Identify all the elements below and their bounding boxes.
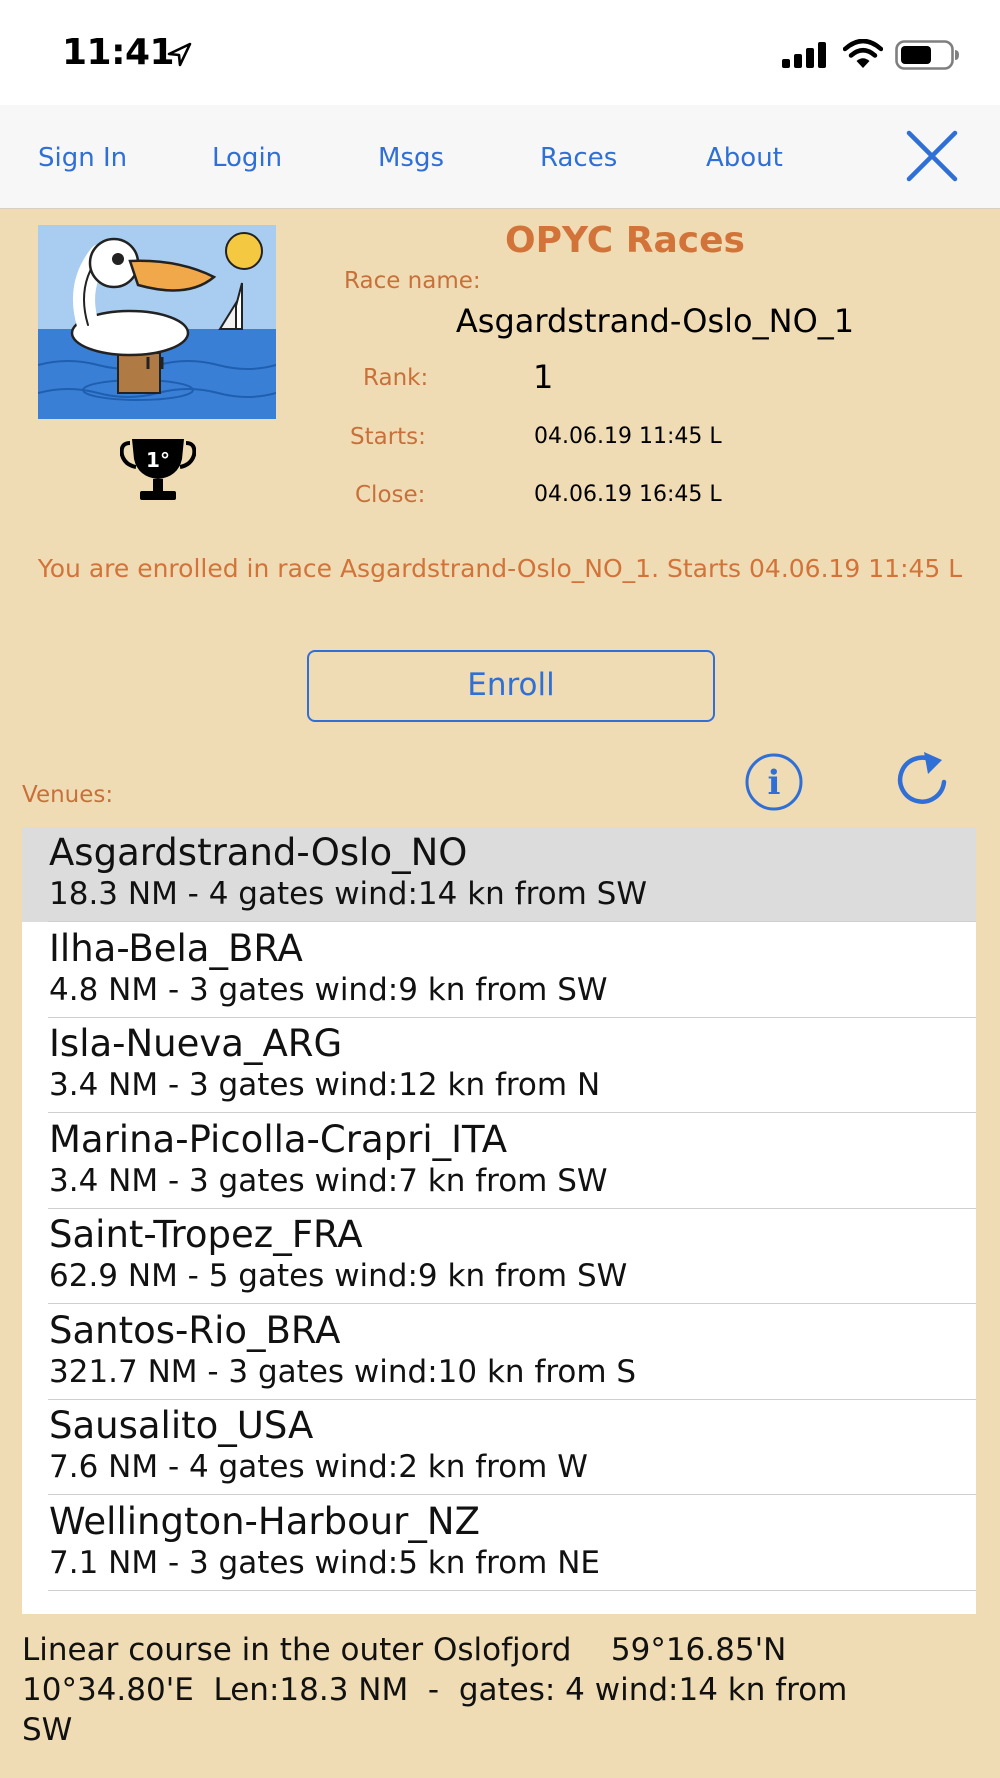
wifi-icon (843, 39, 883, 68)
svg-text:i: i (768, 763, 781, 803)
refresh-icon[interactable] (894, 750, 950, 806)
rank-value: 1 (533, 358, 554, 396)
venue-details: 3.4 NM - 3 gates wind:12 kn from N (49, 1067, 601, 1103)
trophy-rank-text: 1° (146, 448, 170, 472)
venue-details: 7.6 NM - 4 gates wind:2 kn from W (49, 1449, 588, 1485)
enroll-status-message: You are enrolled in race Asgardstrand-Os… (37, 554, 963, 583)
venue-name: Asgardstrand-Oslo_NO (49, 831, 468, 874)
close-value: 04.06.19 16:45 L (534, 482, 722, 507)
venues-label: Venues: (22, 782, 114, 808)
close-icon[interactable] (906, 130, 958, 182)
venue-row[interactable]: Ilha-Bela_BRA 4.8 NM - 3 gates wind:9 kn … (22, 923, 976, 1018)
venue-name: Ilha-Bela_BRA (49, 926, 303, 970)
race-name-value: Asgardstrand-Oslo_NO_1 (455, 302, 855, 340)
venue-details: 4.8 NM - 3 gates wind:9 kn from SW (49, 971, 608, 1008)
venue-row[interactable]: Sausalito_USA 7.6 NM - 4 gates wind:2 kn … (22, 1400, 976, 1495)
venue-details: 18.3 NM - 4 gates wind:14 kn from SW (49, 876, 648, 912)
status-time: 11:41 (62, 32, 175, 73)
info-icon[interactable]: i (744, 752, 804, 812)
close-label: Close: (355, 482, 426, 508)
venue-list: Asgardstrand-Oslo_NO 18.3 NM - 4 gates wi… (22, 827, 976, 1614)
venue-name: Wellington-Harbour_NZ (49, 1499, 480, 1543)
status-bar: 11:41 (0, 0, 1000, 105)
location-arrow-icon (167, 42, 192, 67)
venue-row[interactable]: Santos-Rio_BRA 321.7 NM - 3 gates wind:10… (22, 1305, 976, 1400)
venue-description: Linear course in the outer Oslofjord 59°… (22, 1632, 848, 1748)
venue-details: 7.1 NM - 3 gates wind:5 kn from NE (49, 1544, 601, 1581)
page-title: OPYC Races (505, 220, 745, 261)
venue-row[interactable]: Saint-Tropez_FRA 62.9 NM - 5 gates wind:9… (22, 1209, 976, 1304)
nav-bar: Sign In Login Msgs Races About (0, 105, 1000, 209)
nav-sign-in-link[interactable]: Sign In (38, 143, 127, 173)
venue-name: Isla-Nueva_ARG (49, 1022, 343, 1065)
venue-details: 3.4 NM - 3 gates wind:7 kn from SW (49, 1162, 608, 1199)
venue-name: Santos-Rio_BRA (49, 1308, 341, 1352)
venue-row[interactable]: Isla-Nueva_ARG 3.4 NM - 3 gates wind:12 k… (22, 1018, 976, 1113)
trophy-icon: 1° (120, 439, 196, 500)
venue-details: 321.7 NM - 3 gates wind:10 kn from S (49, 1353, 637, 1390)
venue-name: Saint-Tropez_FRA (49, 1213, 363, 1256)
nav-races-link[interactable]: Races (540, 143, 617, 173)
starts-label: Starts: (350, 424, 426, 450)
battery-icon (895, 40, 959, 70)
venue-row[interactable]: Marina-Picolla-Crapri_ITA 3.4 NM - 3 gate… (22, 1114, 976, 1209)
venue-details: 62.9 NM - 5 gates wind:9 kn from SW (49, 1258, 628, 1294)
venue-row[interactable]: Asgardstrand-Oslo_NO 18.3 NM - 4 gates wi… (22, 827, 976, 922)
nav-msgs-link[interactable]: Msgs (378, 143, 444, 173)
enroll-button[interactable]: Enroll (307, 650, 715, 722)
rank-label: Rank: (363, 365, 429, 391)
venue-name: Sausalito_USA (49, 1404, 314, 1447)
cellular-signal-icon (782, 42, 826, 68)
venue-row[interactable]: Wellington-Harbour_NZ 7.1 NM - 3 gates wi… (22, 1496, 976, 1591)
row-divider (48, 1589, 976, 1591)
nav-login-link[interactable]: Login (212, 143, 282, 173)
starts-value: 04.06.19 11:45 L (534, 424, 722, 449)
pelican-logo (38, 225, 276, 419)
venue-name: Marina-Picolla-Crapri_ITA (49, 1117, 508, 1161)
nav-about-link[interactable]: About (706, 143, 783, 173)
race-name-label: Race name: (344, 268, 481, 294)
